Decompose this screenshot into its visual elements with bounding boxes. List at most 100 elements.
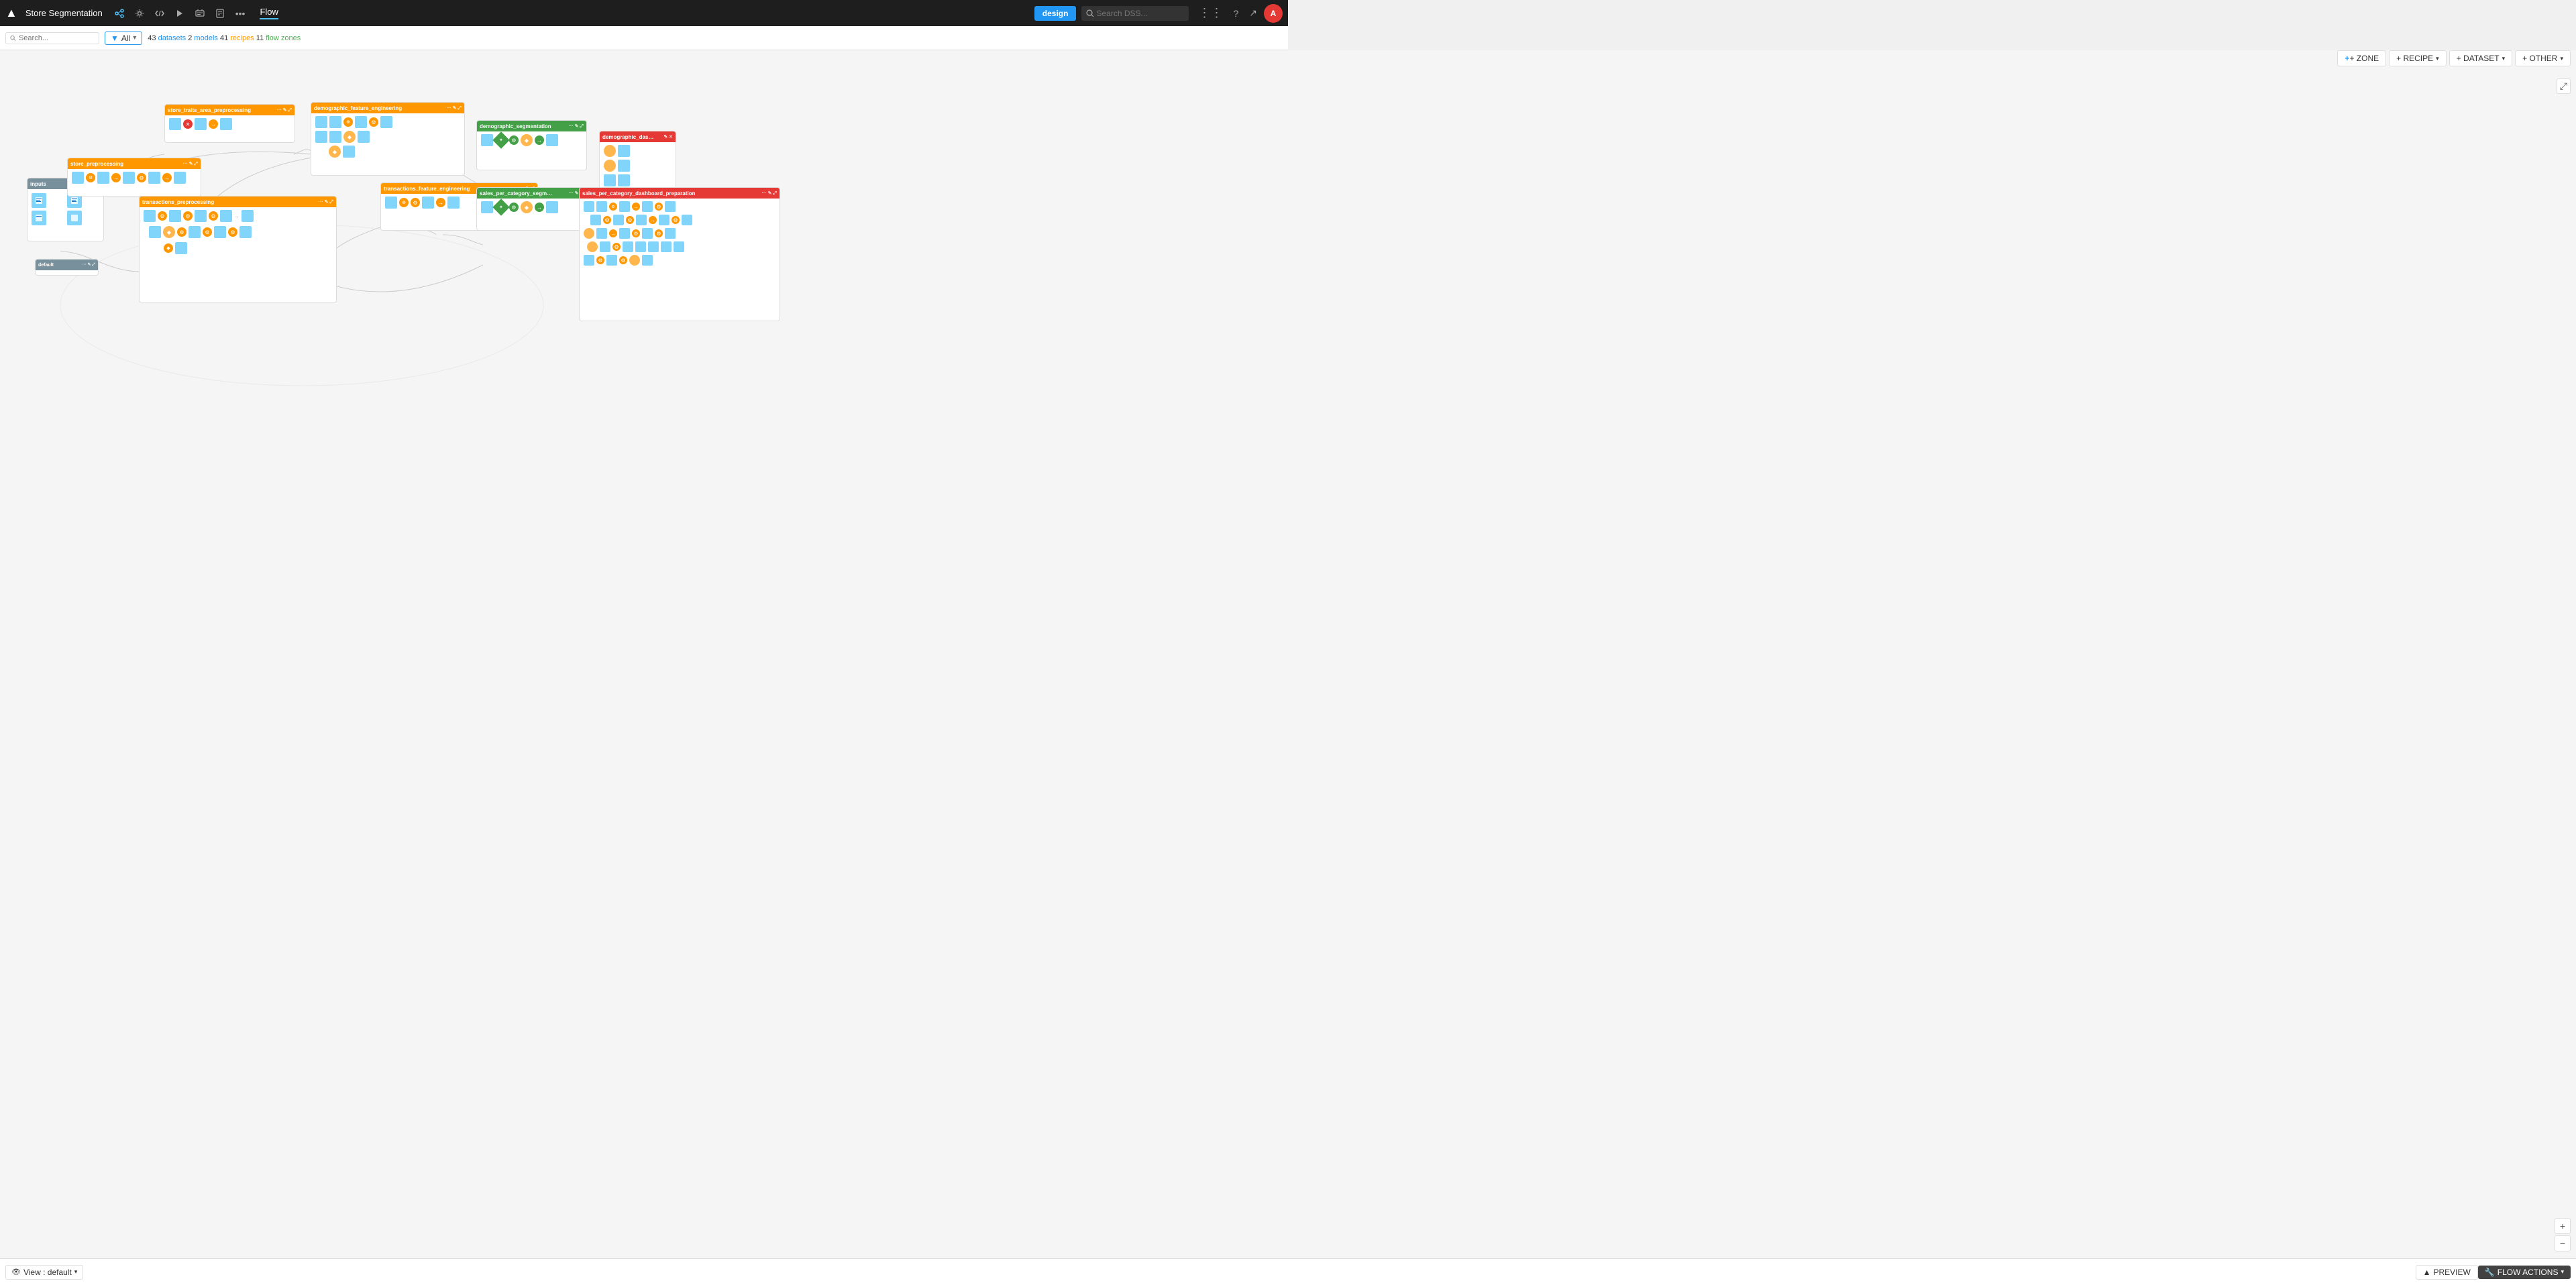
zone-store-traits[interactable]: store_traits_area_preprocessing ··· ✎ ⤢ … bbox=[164, 104, 295, 143]
search-input[interactable] bbox=[1081, 6, 1189, 21]
sd-recipe-2[interactable]: → bbox=[632, 203, 640, 211]
ds-result-1[interactable] bbox=[546, 134, 558, 146]
sd-node-23[interactable] bbox=[642, 255, 653, 266]
sd-recipe-1[interactable]: ⚙ bbox=[609, 203, 617, 211]
sd-node-8[interactable] bbox=[636, 215, 647, 225]
sd-node-5[interactable] bbox=[665, 201, 676, 212]
sd-node-21[interactable] bbox=[584, 255, 594, 266]
zone-sales-seg[interactable]: sales_per_category_segmentation ··· ✎ ⤢ … bbox=[476, 187, 587, 231]
zoom-in-button[interactable]: + bbox=[2555, 1218, 2571, 1234]
help-icon[interactable]: ? bbox=[1229, 8, 1242, 19]
tp-recipe-5[interactable]: ⚙ bbox=[203, 227, 212, 237]
sp-recipe-1[interactable]: ⚙ bbox=[86, 173, 95, 182]
st-recipe-2[interactable]: → bbox=[209, 119, 218, 129]
df-node-2[interactable] bbox=[329, 116, 341, 128]
tf-recipe-1[interactable]: ⊕ bbox=[399, 198, 409, 207]
st-recipe-1[interactable]: ✕ bbox=[183, 119, 193, 129]
ds-model-1[interactable]: ◆ bbox=[521, 134, 533, 146]
design-button[interactable]: design bbox=[1034, 6, 1077, 21]
dd-node-4[interactable] bbox=[618, 160, 630, 172]
preview-button[interactable]: ▲ PREVIEW bbox=[2416, 1265, 2478, 1280]
df-node-7[interactable] bbox=[358, 131, 370, 143]
sd-recipe-12[interactable]: ⚙ bbox=[596, 256, 604, 264]
df-node-4[interactable] bbox=[380, 116, 392, 128]
zone-transactions-preprocessing[interactable]: transactions_preprocessing ··· ✎ ⤢ ⚙ ⚙ ⚙… bbox=[139, 196, 337, 303]
tp-node-9[interactable] bbox=[239, 226, 252, 238]
sd-node-2[interactable] bbox=[596, 201, 607, 212]
add-other-button[interactable]: + OTHER ▾ bbox=[2515, 50, 2571, 66]
add-dataset-button[interactable]: + DATASET ▾ bbox=[2449, 50, 2512, 66]
tp-recipe-2[interactable]: ⚙ bbox=[183, 211, 193, 221]
tp-recipe-1[interactable]: ⚙ bbox=[158, 211, 167, 221]
tp-small-node[interactable]: ◆ bbox=[164, 243, 173, 253]
tp-node-2[interactable] bbox=[169, 210, 181, 222]
tp-node-6[interactable] bbox=[149, 226, 161, 238]
dd-node-6[interactable] bbox=[618, 174, 630, 186]
tp-recipe-3[interactable]: ⚙ bbox=[209, 211, 218, 221]
sd-node-18[interactable] bbox=[648, 241, 659, 252]
jobs-nav-btn[interactable] bbox=[191, 6, 209, 21]
sd-recipe-9[interactable]: ⚙ bbox=[632, 229, 640, 237]
sp-recipe-2[interactable]: → bbox=[111, 173, 121, 182]
df-node-1[interactable] bbox=[315, 116, 327, 128]
zoom-out-button[interactable]: − bbox=[2555, 1235, 2571, 1251]
ss-model-1[interactable]: ◆ bbox=[521, 201, 533, 213]
tp-node-4[interactable] bbox=[220, 210, 232, 222]
code-nav-btn[interactable] bbox=[151, 6, 168, 21]
sd-recipe-5[interactable]: ⚙ bbox=[626, 216, 634, 224]
sd-node-6[interactable] bbox=[590, 215, 601, 225]
sp-node-4[interactable] bbox=[148, 172, 160, 184]
sp-node-2[interactable] bbox=[97, 172, 109, 184]
sd-node-11[interactable] bbox=[596, 228, 607, 239]
sd-node-13[interactable] bbox=[642, 228, 653, 239]
settings-nav-btn[interactable] bbox=[131, 6, 148, 21]
st-node-3[interactable] bbox=[220, 118, 232, 130]
dd-node-3[interactable] bbox=[604, 160, 616, 172]
run-nav-btn[interactable] bbox=[171, 6, 189, 21]
zone-demographic-feature[interactable]: demographic_feature_engineering ··· ✎ ⤢ … bbox=[311, 102, 465, 176]
sd-node-10[interactable] bbox=[682, 215, 692, 225]
zone-demographic-segmentation[interactable]: demographic_segmentation ··· ✎ ⤢ ✦ ⚙ ◆ → bbox=[476, 120, 587, 170]
tf-node-1[interactable] bbox=[385, 197, 397, 209]
sd-node-22[interactable] bbox=[606, 255, 617, 266]
recipes-link[interactable]: recipes bbox=[230, 34, 254, 42]
sd-node-17[interactable] bbox=[635, 241, 646, 252]
df-node-6[interactable] bbox=[329, 131, 341, 143]
df-node-orange[interactable]: ◆ bbox=[343, 131, 356, 143]
sd-node-orange1[interactable] bbox=[584, 228, 594, 239]
st-node-1[interactable] bbox=[169, 118, 181, 130]
tp-node-orange[interactable]: ◆ bbox=[163, 226, 175, 238]
sd-node-7[interactable] bbox=[613, 215, 624, 225]
sd-recipe-6[interactable]: → bbox=[649, 216, 657, 224]
sd-node-3[interactable] bbox=[619, 201, 630, 212]
tf-recipe-3[interactable]: → bbox=[436, 198, 445, 207]
tp-node-10[interactable] bbox=[175, 242, 187, 254]
sp-node-3[interactable] bbox=[123, 172, 135, 184]
df-node-8[interactable] bbox=[343, 146, 355, 158]
sd-node-9[interactable] bbox=[659, 215, 669, 225]
sd-recipe-10[interactable]: ⚙ bbox=[655, 229, 663, 237]
sd-node-orange2[interactable] bbox=[587, 241, 598, 252]
st-node-2[interactable] bbox=[195, 118, 207, 130]
user-avatar[interactable]: A bbox=[1264, 4, 1283, 23]
ds-recipe-1[interactable]: ✦ bbox=[492, 131, 509, 148]
tp-recipe-6[interactable]: ⚙ bbox=[228, 227, 237, 237]
sd-node-16[interactable] bbox=[623, 241, 633, 252]
tp-node-8[interactable] bbox=[214, 226, 226, 238]
dd-node-1[interactable] bbox=[604, 145, 616, 157]
ds-recipe-2[interactable]: ⚙ bbox=[509, 135, 519, 145]
sp-node-5[interactable] bbox=[174, 172, 186, 184]
add-zone-button[interactable]: + + ZONE bbox=[2337, 50, 2386, 66]
tf-node-3[interactable] bbox=[447, 197, 460, 209]
sd-recipe-8[interactable]: → bbox=[609, 229, 617, 237]
sd-node-19[interactable] bbox=[661, 241, 672, 252]
sp-node-1[interactable] bbox=[72, 172, 84, 184]
df-recipe-2[interactable]: ⚙ bbox=[369, 117, 378, 127]
sd-recipe-13[interactable]: ⚙ bbox=[619, 256, 627, 264]
wiki-nav-btn[interactable] bbox=[211, 6, 229, 21]
tp-node-5[interactable] bbox=[241, 210, 254, 222]
external-link-icon[interactable]: ↗ bbox=[1245, 7, 1261, 19]
tp-recipe-4[interactable]: ⚙ bbox=[177, 227, 186, 237]
view-selector[interactable]: 👁 View : default ▾ bbox=[5, 1265, 83, 1280]
ss-recipe-2[interactable]: ⚙ bbox=[509, 203, 519, 212]
